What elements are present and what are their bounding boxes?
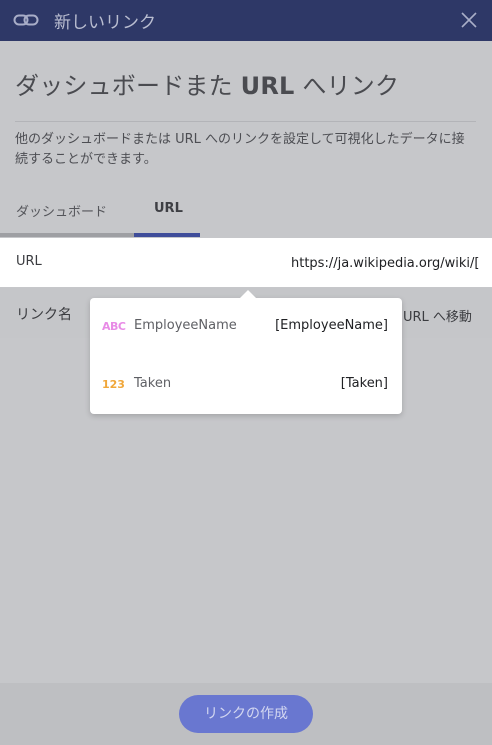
url-input[interactable]: https://ja.wikipedia.org/wiki/[ <box>291 256 492 271</box>
close-icon[interactable] <box>458 9 480 31</box>
field-name: EmployeeName <box>134 318 237 333</box>
page-heading: ダッシュボードまた URL へリンク <box>15 66 399 101</box>
field-token: [EmployeeName] <box>275 318 388 333</box>
dialog-titlebar: 新しいリンク <box>0 0 492 41</box>
field-name: Taken <box>134 376 172 391</box>
dialog-footer: リンクの作成 <box>0 683 492 745</box>
link-action-value[interactable]: URL へ移動 <box>403 306 472 325</box>
dialog-title: 新しいリンク <box>54 13 156 33</box>
field-autocomplete-popup: ABC EmployeeName [EmployeeName] 123 Take… <box>90 290 402 414</box>
autocomplete-item-employeename[interactable]: ABC EmployeeName [EmployeeName] <box>90 312 402 342</box>
heading-suffix: へリンク <box>294 72 400 100</box>
description: 他のダッシュボードまたは URL へのリンクを設定して可視化したデータに接続する… <box>15 132 465 167</box>
tab-bar: ダッシュボード URL <box>0 196 200 238</box>
number-type-icon: 123 <box>102 378 125 391</box>
url-label: URL <box>16 254 42 269</box>
autocomplete-item-taken[interactable]: 123 Taken [Taken] <box>90 370 402 400</box>
heading-prefix: ダッシュボードまた <box>15 72 241 100</box>
tab-dashboard[interactable]: ダッシュボード <box>16 196 107 234</box>
field-token: [Taken] <box>340 376 388 391</box>
tab-underline <box>0 233 200 237</box>
link-icon <box>13 14 39 26</box>
heading-bold: URL <box>240 72 295 100</box>
active-tab-indicator <box>134 233 200 237</box>
create-link-button[interactable]: リンクの作成 <box>179 695 313 733</box>
divider <box>15 121 476 122</box>
popup-caret <box>240 290 256 298</box>
link-name-label: リンク名 <box>16 307 72 323</box>
text-type-icon: ABC <box>102 320 126 333</box>
tab-url[interactable]: URL <box>154 196 183 234</box>
url-field-row: URL https://ja.wikipedia.org/wiki/[ <box>0 238 492 287</box>
